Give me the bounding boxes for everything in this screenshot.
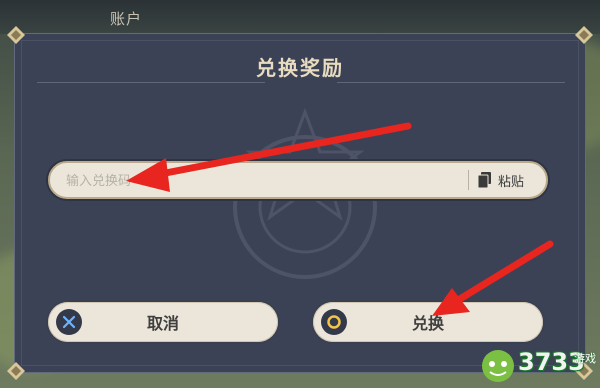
mascot-logo-icon [482, 350, 514, 382]
dialog-title: 兑换奖励 [256, 56, 344, 80]
watermark-suffix: 游戏 [574, 352, 596, 365]
title-divider [37, 82, 265, 83]
redeem-label: 兑换 [411, 314, 444, 333]
clipboard-icon [478, 172, 491, 188]
corner-ornament-icon [7, 362, 25, 380]
cancel-label: 取消 [146, 314, 179, 333]
redeem-code-field: 粘贴 [48, 161, 548, 199]
redeem-code-input[interactable] [64, 163, 458, 199]
cancel-button[interactable]: 取消 [48, 302, 278, 342]
redeem-button[interactable]: 兑换 [313, 302, 543, 342]
site-watermark-logo: 3733 游戏 [478, 344, 596, 384]
paste-separator [468, 170, 469, 190]
corner-ornament-icon [7, 26, 25, 44]
title-divider [337, 82, 565, 83]
top-tab-bar: 账户 [0, 0, 600, 34]
tab-account[interactable]: 账户 [110, 8, 142, 29]
paste-button[interactable]: 粘贴 [478, 167, 540, 193]
corner-ornament-icon [575, 26, 593, 44]
paste-label: 粘贴 [498, 174, 525, 190]
emblem-watermark-icon [233, 107, 377, 279]
redeem-dialog: 兑换奖励 粘贴 取消 兑换 [7, 26, 593, 380]
